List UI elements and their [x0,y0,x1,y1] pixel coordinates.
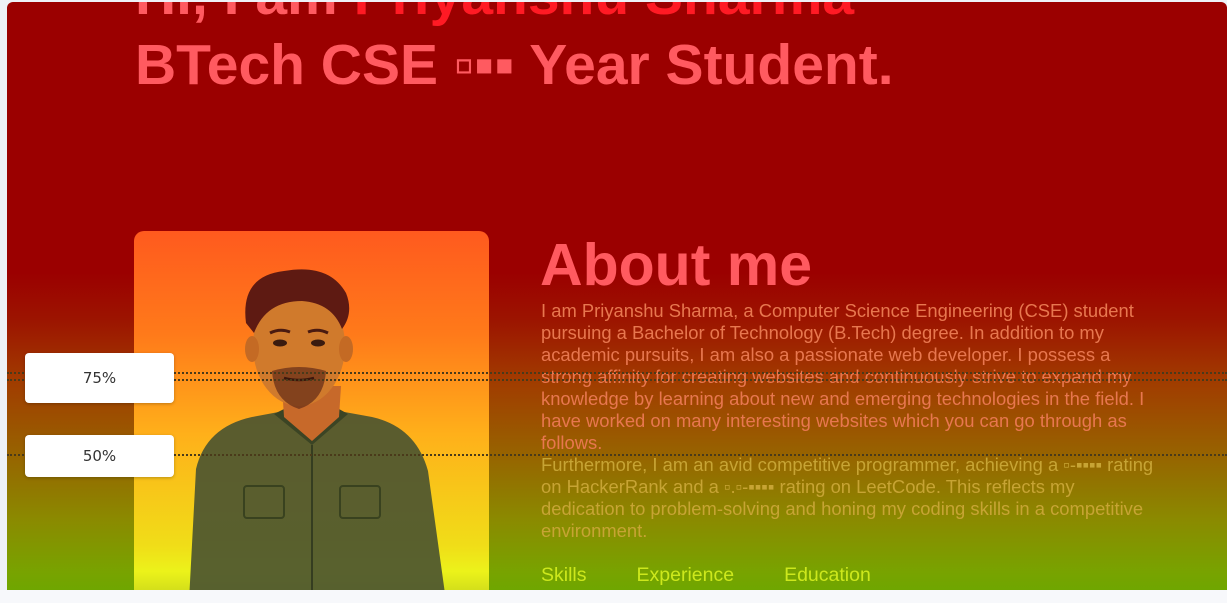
about-paragraph: I am Priyanshu Sharma, a Computer Scienc… [541,300,1145,453]
hero-greeting-prefix: Hi, I am [135,2,354,27]
tab-experience[interactable]: Experience [637,563,735,587]
scroll-depth-marker: 50% [25,435,174,477]
about-heading: About me [540,232,813,298]
hero-greeting: Hi, I am Priyanshu Sharma [135,2,854,28]
hero-subtitle: BTech CSE ▫▪▪ Year Student. [135,33,894,97]
scroll-guide-line [7,379,1227,381]
scroll-guide-line [7,454,1227,456]
profile-photo [134,231,489,590]
about-tabs: Skills Experience Education [541,563,871,587]
tab-education[interactable]: Education [784,563,871,587]
about-paragraph-competitive: Furthermore, I am an avid competitive pr… [541,454,1154,541]
scroll-guide-line [7,372,1227,374]
page-viewport: Hi, I am Priyanshu Sharma BTech CSE ▫▪▪ … [7,2,1227,590]
about-text: I am Priyanshu Sharma, a Computer Scienc… [541,300,1157,542]
tab-skills[interactable]: Skills [541,563,587,587]
scroll-depth-marker: 75% [25,353,174,403]
bottom-scroll-strip [0,590,1227,603]
hero-name: Priyanshu Sharma [354,2,855,27]
